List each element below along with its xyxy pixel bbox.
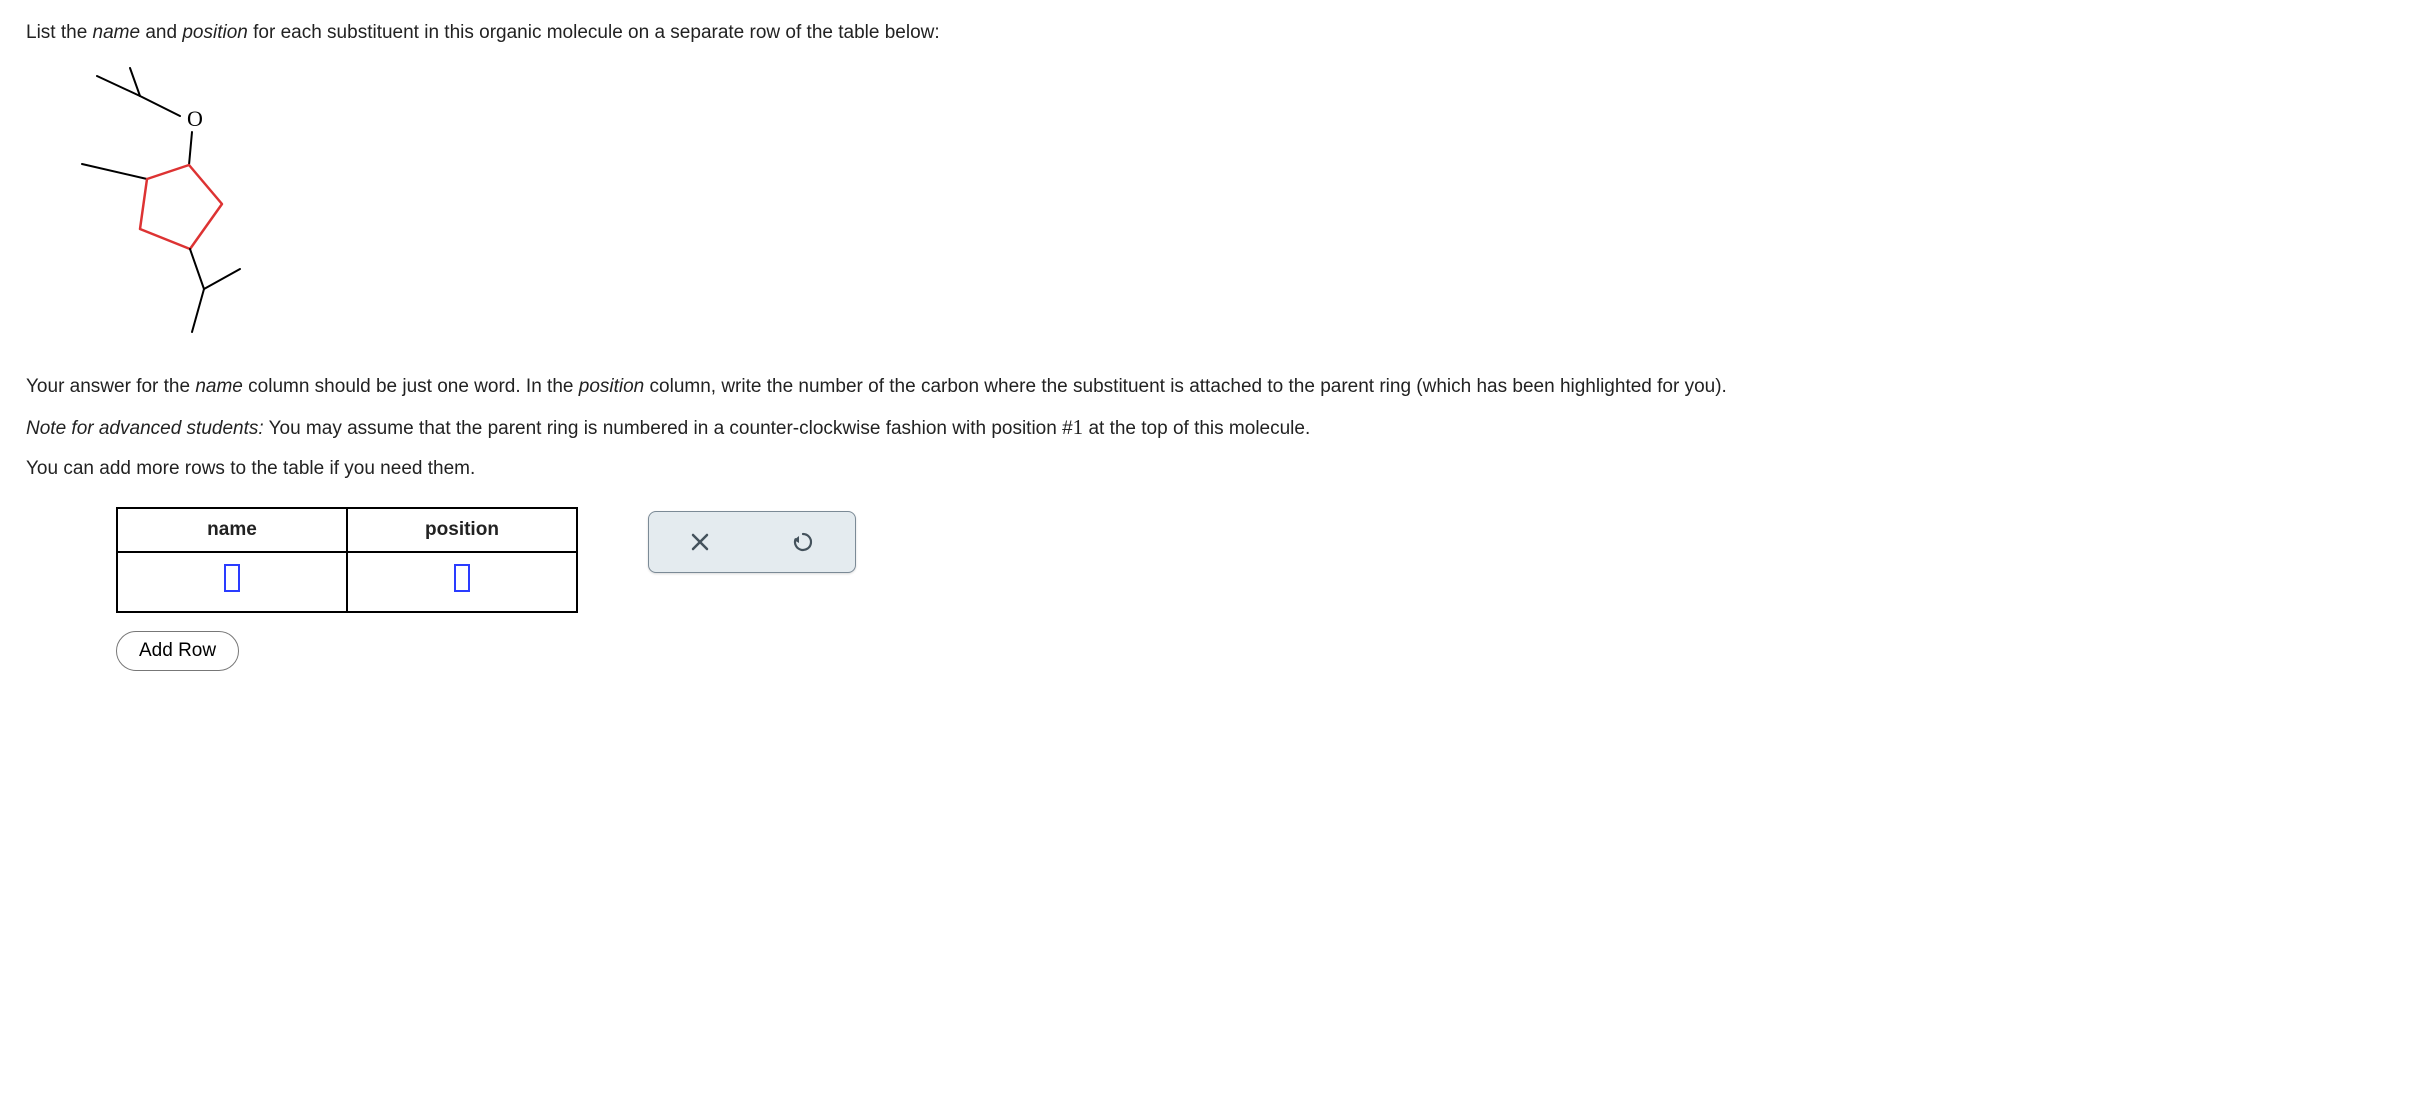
undo-icon: [791, 530, 815, 554]
cell-name[interactable]: [117, 552, 347, 612]
header-name: name: [117, 508, 347, 552]
header-position: position: [347, 508, 577, 552]
position-input[interactable]: [454, 564, 470, 592]
instruction-p1: Your answer for the name column should b…: [26, 374, 2384, 400]
p2-c: at the top of this molecule.: [1083, 418, 1310, 439]
table-header-row: name position: [117, 508, 577, 552]
p2-a: Note for advanced students:: [26, 418, 264, 439]
instruction-p2: Note for advanced students: You may assu…: [26, 413, 2384, 442]
instruction-p3: You can add more rows to the table if yo…: [26, 456, 2384, 482]
action-toolbar: [648, 511, 856, 573]
answer-table: name position: [116, 507, 578, 613]
table-row: [117, 552, 577, 612]
cell-position[interactable]: [347, 552, 577, 612]
close-icon: [689, 531, 711, 553]
word-name: name: [93, 22, 141, 43]
p1-b: column should be just one word. In the: [243, 376, 579, 397]
add-row-button[interactable]: Add Row: [116, 631, 239, 671]
answer-table-wrapper: name position Add Row: [26, 507, 578, 671]
prompt-lead: List the: [26, 22, 93, 43]
p1-a: Your answer for the: [26, 376, 195, 397]
p1-c: column, write the number of the carbon w…: [644, 376, 1727, 397]
p1-name: name: [195, 376, 243, 397]
molecule-structure: O: [62, 64, 282, 344]
reset-button[interactable]: [791, 530, 815, 554]
prompt-tail: for each substituent in this organic mol…: [248, 22, 940, 43]
p2-num: 1: [1073, 415, 1084, 439]
name-input[interactable]: [224, 564, 240, 592]
svg-text:O: O: [187, 106, 203, 131]
question-prompt: List the name and position for each subs…: [26, 20, 2384, 46]
clear-button[interactable]: [689, 531, 711, 553]
p1-position: position: [579, 376, 645, 397]
word-position: position: [182, 22, 248, 43]
prompt-mid: and: [140, 22, 182, 43]
p2-b: You may assume that the parent ring is n…: [264, 418, 1073, 439]
